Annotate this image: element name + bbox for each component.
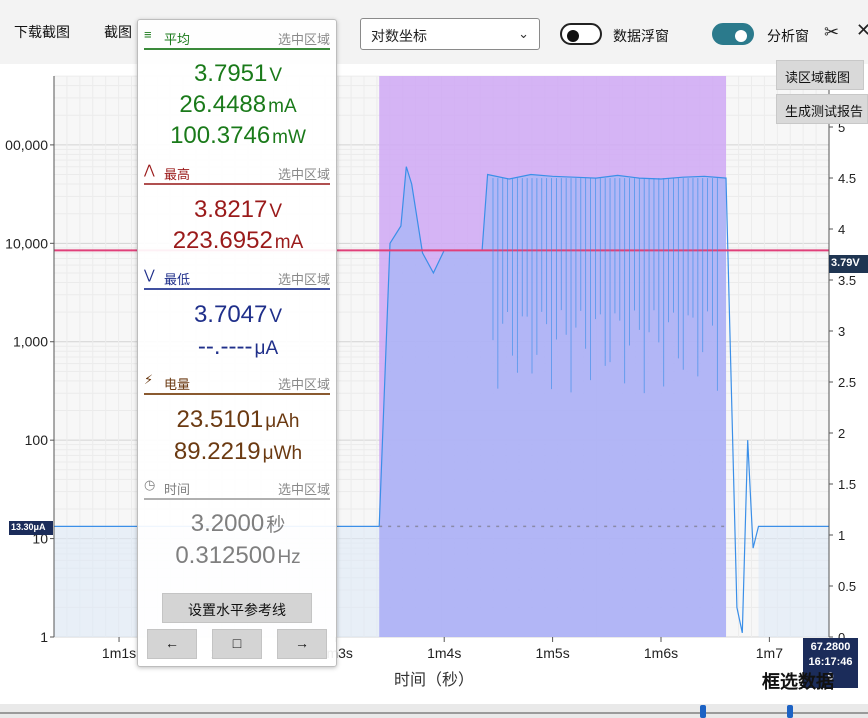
voltage-badge: 3.79V — [829, 255, 868, 273]
time-duration: 3.2000 秒 — [190, 510, 286, 537]
scrollbar-handle-right[interactable] — [787, 705, 793, 718]
x-tick-label: 1m7 — [756, 645, 783, 661]
min-current: --.---- μA — [197, 333, 279, 360]
time-title: 时间 — [164, 482, 191, 497]
x-tick-label: 1m1s — [102, 645, 136, 661]
next-arrow-button[interactable]: → — [277, 629, 327, 659]
time-cursor-value: 67.2800 — [810, 641, 851, 653]
energy-section-header: ⚡ 电量 选中区域 — [144, 371, 330, 393]
average-icon: ≡ — [144, 27, 152, 42]
right-tick-label: 4.5 — [838, 171, 856, 186]
x-axis-title: 时间（秒） — [394, 672, 475, 689]
scrollbar-track — [0, 712, 868, 714]
min-valley-icon: ⋁ — [144, 267, 155, 282]
left-axis-ticks: 1101001,00010,00000,000 — [5, 137, 54, 645]
avg-divider — [144, 48, 330, 50]
chevron-down-icon: ⌄ — [518, 26, 529, 41]
min-divider — [144, 288, 330, 290]
chart-svg[interactable]: 1101001,00010,00000,000 00.511.522.533.5… — [0, 64, 868, 704]
energy-work: 89.2219 μWh — [173, 438, 303, 465]
right-tick-label: 2 — [838, 426, 845, 441]
avg-select-region[interactable]: 选中区域 — [278, 29, 330, 48]
analysis-window-label: 分析窗 — [767, 28, 809, 44]
axis-mode-select[interactable]: 对数坐标 ⌄ — [360, 18, 540, 50]
chart-area[interactable]: 1101001,00010,00000,000 00.511.522.533.5… — [0, 60, 868, 704]
left-tick-label: 10,000 — [5, 235, 48, 251]
energy-divider — [144, 393, 330, 395]
toggle-knob — [567, 30, 579, 42]
center-view-button[interactable]: □ — [212, 629, 262, 659]
time-frequency: 0.312500 Hz — [175, 542, 301, 569]
box-select-label[interactable]: 框选数据 — [762, 668, 834, 694]
min-section-header: ⋁ 最低 选中区域 — [144, 266, 330, 288]
avg-title: 平均 — [164, 32, 191, 47]
data-float-label: 数据浮窗 — [613, 28, 669, 44]
min-select-region[interactable]: 选中区域 — [278, 269, 330, 288]
max-peak-icon: ⋀ — [144, 162, 155, 177]
region-screenshot-button[interactable]: 读区域截图 — [776, 60, 864, 90]
toolbar: 下载截图 截图 对数坐标 ⌄ 数据浮窗 分析窗 ✂ ✕ — [0, 0, 868, 64]
toggle-knob — [735, 30, 747, 42]
right-tick-label: 4 — [838, 222, 845, 237]
left-tick-label: 1 — [40, 629, 48, 645]
lightning-icon: ⚡ — [144, 372, 154, 387]
time-section-header: ◷ 时间 选中区域 — [144, 476, 330, 498]
avg-voltage: 3.7951 V — [193, 60, 283, 87]
energy-title: 电量 — [164, 377, 191, 392]
left-tick-label: 1,000 — [13, 334, 48, 350]
max-select-region[interactable]: 选中区域 — [278, 164, 330, 183]
avg-power: 100.3746 mW — [170, 122, 306, 149]
scrollbar-handle-left[interactable] — [700, 705, 706, 718]
x-tick-label: 1m4s — [427, 645, 461, 661]
x-tick-label: 1m5s — [535, 645, 569, 661]
data-float-toggle[interactable] — [560, 23, 602, 45]
generate-report-button[interactable]: 生成测试报告 — [776, 94, 868, 124]
x-tick-label: 1m6s — [644, 645, 678, 661]
right-tick-label: 2.5 — [838, 375, 856, 390]
axis-mode-value: 对数坐标 — [371, 28, 427, 44]
prev-arrow-button[interactable]: ← — [147, 629, 197, 659]
left-tick-label: 100 — [25, 432, 49, 448]
left-tick-label: 00,000 — [5, 137, 48, 153]
energy-select-region[interactable]: 选中区域 — [278, 374, 330, 393]
stats-panel: ≡ 平均 选中区域 3.7951 V 26.4488 mA 100.3746 mW ⋀… — [137, 19, 337, 667]
min-title: 最低 — [164, 272, 191, 287]
right-axis-ticks: 00.511.522.533.544.555.5 — [829, 69, 856, 645]
max-section-header: ⋀ 最高 选中区域 — [144, 161, 330, 183]
energy-charge: 23.5101 μAh — [176, 406, 300, 433]
avg-section-header: ≡ 平均 选中区域 — [144, 26, 330, 48]
max-divider — [144, 183, 330, 185]
current-badge: 13.30μA — [9, 521, 53, 535]
clock-icon: ◷ — [144, 477, 156, 492]
screenshot-button[interactable]: 截图 — [104, 22, 132, 42]
max-voltage: 3.8217 V — [193, 196, 283, 223]
scissors-icon[interactable]: ✂ — [824, 22, 839, 43]
analysis-window-toggle[interactable] — [712, 23, 754, 45]
right-tick-label: 0.5 — [838, 579, 856, 594]
timeline-scrollbar[interactable] — [0, 704, 868, 718]
avg-current: 26.4488 mA — [179, 91, 297, 118]
min-voltage: 3.7047 V — [193, 301, 283, 328]
download-screenshot-button[interactable]: 下载截图 — [14, 22, 70, 42]
right-tick-label: 1.5 — [838, 477, 856, 492]
max-title: 最高 — [164, 167, 191, 182]
right-tick-label: 3.5 — [838, 273, 856, 288]
set-reference-line-button[interactable]: 设置水平参考线 — [162, 593, 312, 623]
time-select-region[interactable]: 选中区域 — [278, 479, 330, 498]
max-current: 223.6952 mA — [172, 227, 304, 254]
time-divider — [144, 498, 330, 500]
right-tick-label: 3 — [838, 324, 845, 339]
right-tick-label: 1 — [838, 528, 845, 543]
close-icon[interactable]: ✕ — [856, 20, 868, 41]
